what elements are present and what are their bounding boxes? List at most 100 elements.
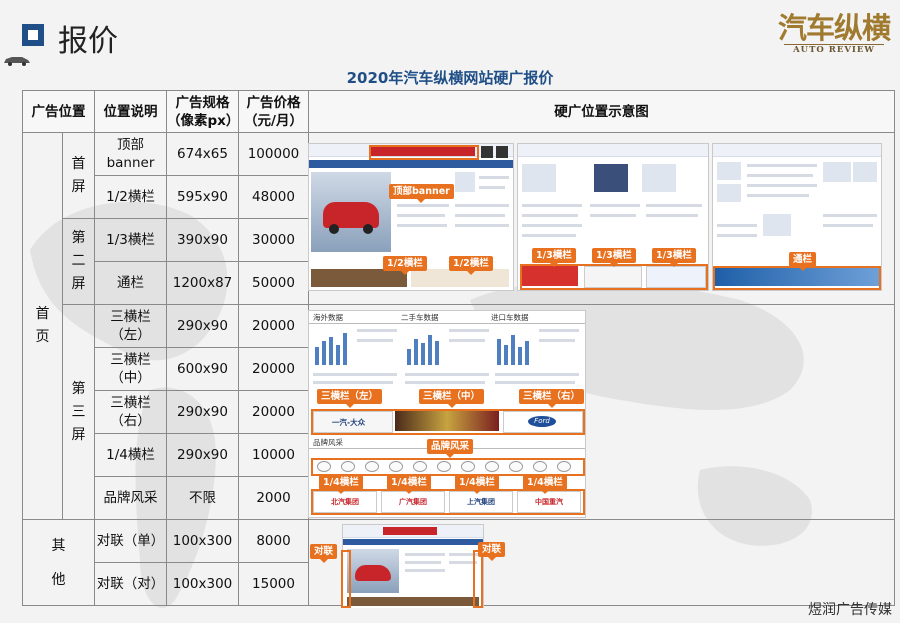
- title-square-icon: [22, 24, 44, 46]
- group-other: 其他: [22, 519, 95, 606]
- section-underline: [309, 323, 585, 324]
- callout-quarter-3: 1/4横栏: [455, 475, 499, 494]
- table-title: 2020年汽车纵横网站硬广报价: [346, 69, 554, 87]
- mock-text-line: [449, 339, 485, 342]
- mock-text-line: [747, 174, 813, 177]
- row-desc: 品牌风采: [94, 476, 167, 520]
- row-price: 8000: [238, 519, 309, 563]
- row-price: 15000: [238, 562, 309, 606]
- mock-photo: [717, 162, 741, 180]
- mock-text-line: [313, 373, 397, 376]
- mock-text-line: [397, 204, 449, 207]
- mini-bar-chart-icon: [407, 335, 439, 365]
- mock-text-line: [717, 224, 757, 227]
- callout-brand: 品牌风采: [427, 439, 474, 458]
- mock-photo: [642, 164, 676, 192]
- mock-text-line: [405, 561, 441, 564]
- row-spec: 不限: [166, 476, 239, 520]
- group-screen3: 第三屏: [62, 304, 95, 520]
- mock-qr-code: [481, 146, 493, 158]
- callout-couplet-left: 对联: [310, 544, 338, 563]
- row-spec: 600x90: [166, 347, 239, 391]
- row-desc: 1/4横栏: [94, 433, 167, 477]
- section-overseas-data: 海外数据: [313, 313, 343, 322]
- row-desc: 三横栏（左）: [94, 304, 167, 348]
- mock-text-line: [495, 381, 575, 384]
- mock-text-line: [397, 224, 447, 227]
- header-spec: 广告规格（像素px）: [166, 90, 239, 133]
- row-desc: 1/2横栏: [94, 175, 167, 219]
- row-price: 20000: [238, 390, 309, 434]
- logo-sub-text: AUTO REVIEW: [784, 44, 884, 55]
- row-price: 48000: [238, 175, 309, 219]
- section-used-car-data: 二手车数据: [401, 313, 439, 322]
- callout-half-left: 1/2横栏: [383, 256, 427, 275]
- preview-homepage-screen3: 海外数据 二手车数据 进口车数据 一汽-大众 Ford 三横栏（左） 三横栏（中…: [308, 310, 586, 518]
- couplet-page: [342, 524, 484, 608]
- preview-homepage-screen1: 顶部banner 1/2横栏 1/2横栏: [308, 143, 514, 291]
- mock-text-line: [717, 234, 757, 237]
- car-wheel: [329, 224, 339, 234]
- mock-side-photo: [455, 172, 475, 192]
- brand-row-frame: [311, 458, 585, 476]
- group-screen2: 第二屏: [62, 218, 95, 305]
- callout-through: 通栏: [789, 252, 817, 271]
- mock-car-photo: [311, 172, 391, 252]
- mock-text-line: [522, 214, 578, 217]
- callout-third-3: 1/3横栏: [652, 248, 696, 267]
- mock-text-line: [646, 204, 702, 207]
- group-home: 首页: [22, 132, 63, 520]
- mock-qr-code: [496, 146, 508, 158]
- through-banner-frame: [713, 266, 881, 290]
- mock-text-line: [455, 204, 509, 207]
- half-banner-ad-right: [411, 269, 509, 287]
- page-header: 报价 汽车纵横 AUTO REVIEW: [0, 0, 900, 66]
- callout-tri-left: 三横栏（左）: [317, 389, 383, 408]
- tri-banner-frame: [311, 409, 585, 435]
- mock-text-line: [397, 214, 445, 217]
- mock-text-line: [479, 186, 505, 189]
- row-desc: 对联（对）: [94, 562, 167, 606]
- row-spec: 595x90: [166, 175, 239, 219]
- row-desc: 三横栏（右）: [94, 390, 167, 434]
- mock-text-line: [495, 373, 579, 376]
- header-price: 广告价格（元/月）: [238, 90, 309, 133]
- mock-text-line: [449, 329, 489, 332]
- row-spec: 290x90: [166, 304, 239, 348]
- preview-couplet: 对联 对联: [308, 524, 518, 608]
- callout-third-1: 1/3横栏: [532, 248, 576, 267]
- mock-photo: [717, 184, 741, 202]
- car-body: [355, 565, 391, 581]
- row-price: 20000: [238, 304, 309, 348]
- preview-homepage-screen2-through: 通栏: [712, 143, 882, 291]
- mock-text-line: [590, 214, 636, 217]
- section-import-data: 进口车数据: [491, 313, 529, 322]
- mock-text-line: [539, 329, 579, 332]
- mock-photo: [853, 162, 877, 182]
- mock-text-line: [405, 373, 489, 376]
- mock-text-line: [646, 214, 698, 217]
- mock-text-line: [522, 204, 582, 207]
- row-desc: 顶部banner: [94, 132, 167, 176]
- mock-photo: [522, 164, 556, 192]
- mock-text-line: [405, 569, 445, 572]
- mock-text-line: [405, 381, 485, 384]
- row-spec: 1200x87: [166, 261, 239, 305]
- mock-text-line: [747, 194, 809, 197]
- mock-text-line: [357, 339, 393, 342]
- mini-bar-chart-icon: [497, 335, 529, 365]
- row-desc: 1/3横栏: [94, 218, 167, 262]
- row-price: 10000: [238, 433, 309, 477]
- mock-menu: [343, 539, 483, 545]
- mock-bottom-ad: [347, 597, 479, 606]
- mock-text-line: [522, 224, 582, 227]
- mock-text-line: [522, 234, 576, 237]
- mock-nav-bar: [713, 144, 881, 157]
- row-price: 100000: [238, 132, 309, 176]
- logo-main-text: 汽车纵横: [778, 11, 891, 45]
- mock-text-line: [455, 224, 509, 227]
- callout-couplet-right: 对联: [478, 542, 506, 561]
- row-desc: 对联（单）: [94, 519, 167, 563]
- callout-quarter-2: 1/4横栏: [387, 475, 431, 494]
- mock-text-line: [479, 176, 509, 179]
